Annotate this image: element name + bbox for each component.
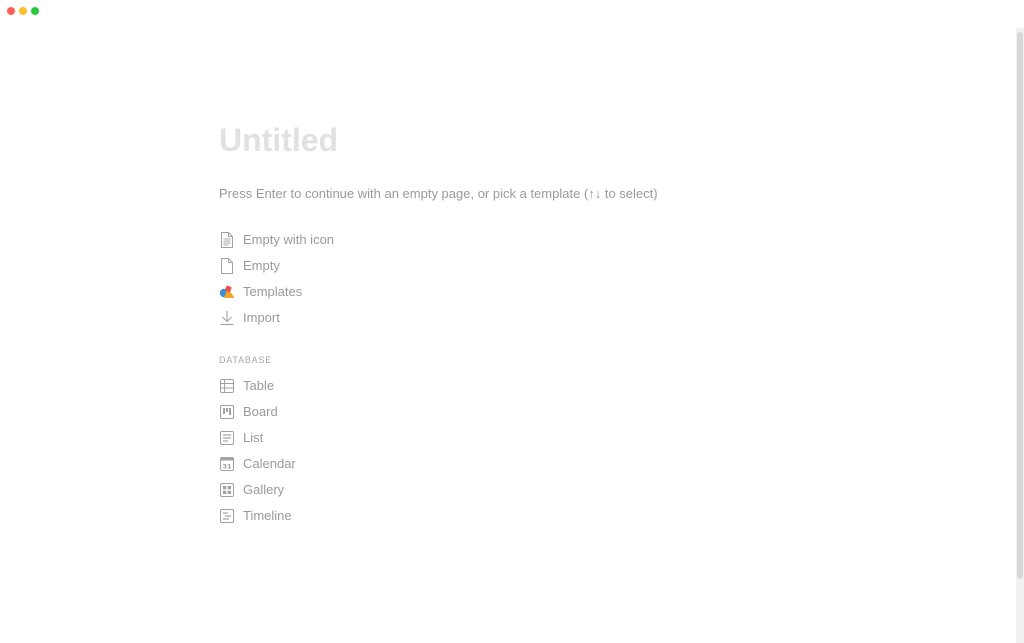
menu-item-calendar[interactable]: 31 Calendar	[219, 451, 919, 477]
menu-item-label: Calendar	[243, 456, 296, 471]
close-window-button[interactable]	[7, 7, 15, 15]
new-page-content: Untitled Press Enter to continue with an…	[219, 118, 919, 529]
menu-item-templates[interactable]: Templates	[219, 279, 919, 305]
page-options-menu: Empty with icon Empty Templates Import	[219, 227, 919, 331]
menu-item-label: Templates	[243, 284, 303, 299]
menu-item-gallery[interactable]: Gallery	[219, 477, 919, 503]
menu-item-label: Import	[243, 310, 280, 325]
app-window: Untitled Press Enter to continue with an…	[0, 0, 1024, 643]
menu-item-import[interactable]: Import	[219, 305, 919, 331]
database-section-heading: DATABASE	[219, 355, 273, 365]
import-arrow-icon	[219, 310, 235, 326]
menu-item-label: Timeline	[243, 508, 292, 523]
template-hint: Press Enter to continue with an empty pa…	[219, 186, 658, 201]
menu-item-timeline[interactable]: Timeline	[219, 503, 919, 529]
menu-item-board[interactable]: Board	[219, 399, 919, 425]
menu-item-label: Empty	[243, 258, 280, 273]
table-icon	[219, 378, 235, 394]
menu-item-label: Gallery	[243, 482, 285, 497]
menu-item-table[interactable]: Table	[219, 373, 919, 399]
zoom-window-button[interactable]	[31, 7, 39, 15]
calendar-day-number: 31	[222, 463, 232, 471]
gallery-icon	[219, 482, 235, 498]
page-icon	[219, 258, 235, 274]
window-controls	[7, 7, 39, 15]
minimize-window-button[interactable]	[19, 7, 27, 15]
vertical-scrollbar[interactable]	[1016, 28, 1024, 643]
menu-item-empty-with-icon[interactable]: Empty with icon	[219, 227, 919, 253]
templates-icon	[219, 284, 235, 300]
menu-item-label: Table	[243, 378, 275, 393]
menu-item-list[interactable]: List	[219, 425, 919, 451]
page-title[interactable]: Untitled	[219, 118, 919, 162]
timeline-icon	[219, 508, 235, 524]
menu-item-label: List	[243, 430, 264, 445]
board-icon	[219, 404, 235, 420]
menu-item-empty[interactable]: Empty	[219, 253, 919, 279]
database-options-menu: Table Board List 31 Calendar Gallery Tim…	[219, 373, 919, 529]
menu-item-label: Board	[243, 404, 278, 419]
page-with-icon-icon	[219, 232, 235, 248]
calendar-icon: 31	[219, 456, 235, 472]
list-icon	[219, 430, 235, 446]
scrollbar-thumb[interactable]	[1017, 32, 1023, 579]
menu-item-label: Empty with icon	[243, 232, 335, 247]
